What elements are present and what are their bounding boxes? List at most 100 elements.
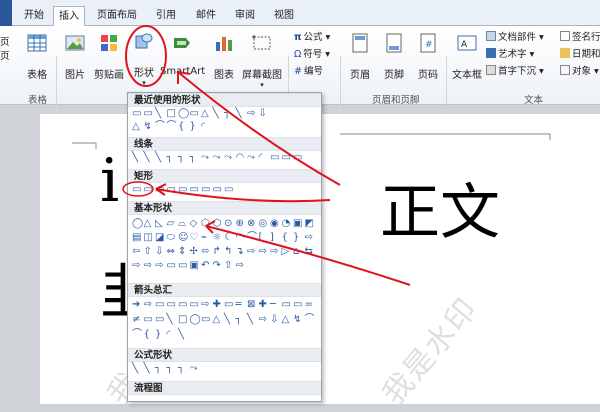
shape-option-icon[interactable]: ➔ — [132, 300, 142, 310]
shape-option-icon[interactable]: ◺ — [155, 219, 165, 229]
shape-option-icon[interactable]: ✚ — [259, 300, 269, 310]
shape-option-icon[interactable]: ◩ — [305, 219, 315, 229]
shape-option-icon[interactable]: △ — [201, 109, 211, 119]
shape-option-icon[interactable]: ▣ — [190, 261, 200, 271]
shape-option-icon[interactable]: ╲ — [132, 153, 142, 163]
shape-option-icon[interactable]: ⇨ — [201, 300, 211, 310]
shape-option-icon[interactable]: ◔ — [282, 219, 292, 229]
textbox-button[interactable]: A 文本框 — [450, 32, 484, 81]
tab-view[interactable]: 视图 — [268, 6, 300, 26]
shape-option-icon[interactable]: ▭ — [155, 300, 165, 310]
shape-option-icon[interactable]: ◇ — [190, 219, 200, 229]
shape-option-icon[interactable]: ⇧ — [224, 261, 234, 271]
header-button[interactable]: 页眉 — [346, 32, 374, 81]
wordart-button[interactable]: 艺术字 ▾ — [486, 48, 534, 61]
shape-option-icon[interactable]: ↴ — [236, 247, 246, 257]
tab-references[interactable]: 引用 — [150, 6, 182, 26]
shape-option-icon[interactable]: ⊠ — [247, 300, 257, 310]
shape-option-icon[interactable]: ▣ — [293, 219, 303, 229]
shape-option-icon[interactable]: ▭ — [190, 300, 200, 310]
shape-option-icon[interactable]: ╲ — [247, 315, 257, 325]
shape-option-icon[interactable]: ▭ — [167, 185, 177, 195]
shape-option-icon[interactable]: ⤳ — [247, 153, 257, 163]
shape-option-icon[interactable]: ☺ — [178, 233, 188, 243]
datetime-button[interactable]: 日期和 — [560, 48, 600, 61]
shape-option-icon[interactable]: △ — [213, 315, 223, 325]
shape-option-icon[interactable]: ┐ — [155, 364, 165, 374]
shape-option-icon[interactable]: ▭ — [178, 261, 188, 271]
shape-option-icon[interactable]: ⌒ — [247, 233, 257, 243]
shape-option-icon[interactable]: ◠ — [236, 233, 246, 243]
shape-option-icon[interactable]: ▭ — [213, 185, 223, 195]
shape-option-icon[interactable]: ⌒ — [167, 122, 177, 132]
shape-option-icon[interactable]: ╲ — [236, 109, 246, 119]
shape-option-icon[interactable]: ◫ — [144, 233, 154, 243]
shape-option-icon[interactable]: ⇔ — [167, 247, 177, 257]
shape-option-icon[interactable]: ◯ — [132, 219, 143, 229]
shape-option-icon[interactable]: ↯ — [144, 122, 154, 132]
shape-option-icon[interactable]: ⇩ — [155, 247, 165, 257]
shape-option-icon[interactable]: ◜ — [167, 330, 177, 340]
shape-option-icon[interactable]: ┐ — [190, 153, 200, 163]
shape-option-icon[interactable]: ▭ — [167, 261, 177, 271]
shape-option-icon[interactable]: △ — [282, 315, 292, 325]
shape-option-icon[interactable]: ▭ — [282, 300, 292, 310]
shape-option-icon[interactable]: ⇨ — [259, 315, 269, 325]
shape-option-icon[interactable]: ⤳ — [224, 153, 234, 163]
shape-option-icon[interactable]: ╲ — [178, 330, 188, 340]
shape-option-icon[interactable]: ▭ — [224, 300, 234, 310]
shape-option-icon[interactable]: ⇨ — [259, 247, 269, 257]
shape-option-icon[interactable]: ╲ — [132, 364, 142, 374]
chart-button[interactable]: 图表 — [210, 32, 238, 81]
shape-option-icon[interactable]: ◯ — [190, 315, 201, 325]
tab-home[interactable]: 开始 — [18, 6, 50, 26]
shape-option-icon[interactable]: ◠ — [236, 153, 246, 163]
shape-option-icon[interactable]: ▭ — [201, 315, 211, 325]
shape-option-icon[interactable]: ◎ — [259, 219, 269, 229]
shape-option-icon[interactable]: ▭ — [144, 185, 154, 195]
shape-option-icon[interactable]: { — [282, 233, 292, 243]
screenshot-button[interactable]: 屏幕截图 ▾ — [240, 32, 284, 89]
shape-option-icon[interactable]: ⤳ — [190, 364, 200, 374]
shape-option-icon[interactable]: ☼ — [213, 233, 223, 243]
shape-option-icon[interactable]: ╲ — [144, 364, 154, 374]
table-button[interactable]: 表格 — [22, 32, 52, 81]
shape-option-icon[interactable]: ▭ — [144, 109, 154, 119]
shape-option-icon[interactable]: ┐ — [167, 364, 177, 374]
clipart-button[interactable]: 剪贴画 — [92, 32, 126, 81]
shape-option-icon[interactable]: ▤ — [132, 233, 142, 243]
shape-option-icon[interactable]: ⇩ — [259, 109, 269, 119]
shape-option-icon[interactable]: ▭ — [155, 185, 165, 195]
shape-option-icon[interactable]: } — [293, 233, 303, 243]
shape-option-icon[interactable]: ┐ — [224, 109, 234, 119]
shape-option-icon[interactable]: ⬡ — [213, 219, 223, 229]
shape-option-icon[interactable]: ╲ — [155, 153, 165, 163]
shape-option-icon[interactable]: ╲ — [144, 153, 154, 163]
shape-option-icon[interactable]: ⬄ — [201, 247, 211, 257]
tab-page-layout[interactable]: 页面布局 — [92, 6, 142, 26]
shape-option-icon[interactable]: ◜ — [201, 122, 211, 132]
symbol-button[interactable]: Ω 符号 ▾ — [294, 48, 330, 61]
shape-option-icon[interactable]: ⤳ — [201, 153, 211, 163]
tab-mailings[interactable]: 邮件 — [190, 6, 222, 26]
shape-option-icon[interactable]: ⇨ — [155, 261, 165, 271]
shape-option-icon[interactable]: ▷ — [282, 247, 292, 257]
shape-option-icon[interactable]: ✢ — [190, 247, 200, 257]
shape-option-icon[interactable]: ╲ — [224, 315, 234, 325]
shape-option-icon[interactable]: ⇨ — [236, 261, 246, 271]
shapes-dropdown-menu[interactable]: 最近使用的形状 ▭ ▭ ╲ □ ◯ ▭ △ ╲ ┐ ╲ ⇨ ⇩ △ ↯ ⌒ ⌒{} ◜ 线条 ╲ ╲ ╲ ┐ ┐ ┐ ⤳ ⤳… — [127, 92, 322, 402]
shape-option-icon[interactable]: ◉ — [270, 219, 280, 229]
body-text-left-1[interactable]: i — [100, 146, 119, 216]
file-tab[interactable] — [0, 0, 12, 26]
shape-option-icon[interactable]: } — [155, 330, 165, 340]
shape-option-icon[interactable]: ⌒ — [155, 122, 165, 132]
shape-option-icon[interactable]: ╲ — [155, 109, 165, 119]
shape-option-icon[interactable]: ⇦ — [132, 247, 142, 257]
docparts-button[interactable]: 文档部件 ▾ — [486, 31, 544, 44]
shape-option-icon[interactable]: [ — [259, 233, 269, 243]
dropcap-button[interactable]: 首字下沉 ▾ — [486, 65, 544, 78]
tab-insert[interactable]: 插入 — [53, 6, 85, 27]
shape-option-icon[interactable]: ◪ — [155, 233, 165, 243]
shape-option-icon[interactable]: ⇨ — [247, 247, 257, 257]
object-button[interactable]: 对象 ▾ — [560, 65, 599, 78]
